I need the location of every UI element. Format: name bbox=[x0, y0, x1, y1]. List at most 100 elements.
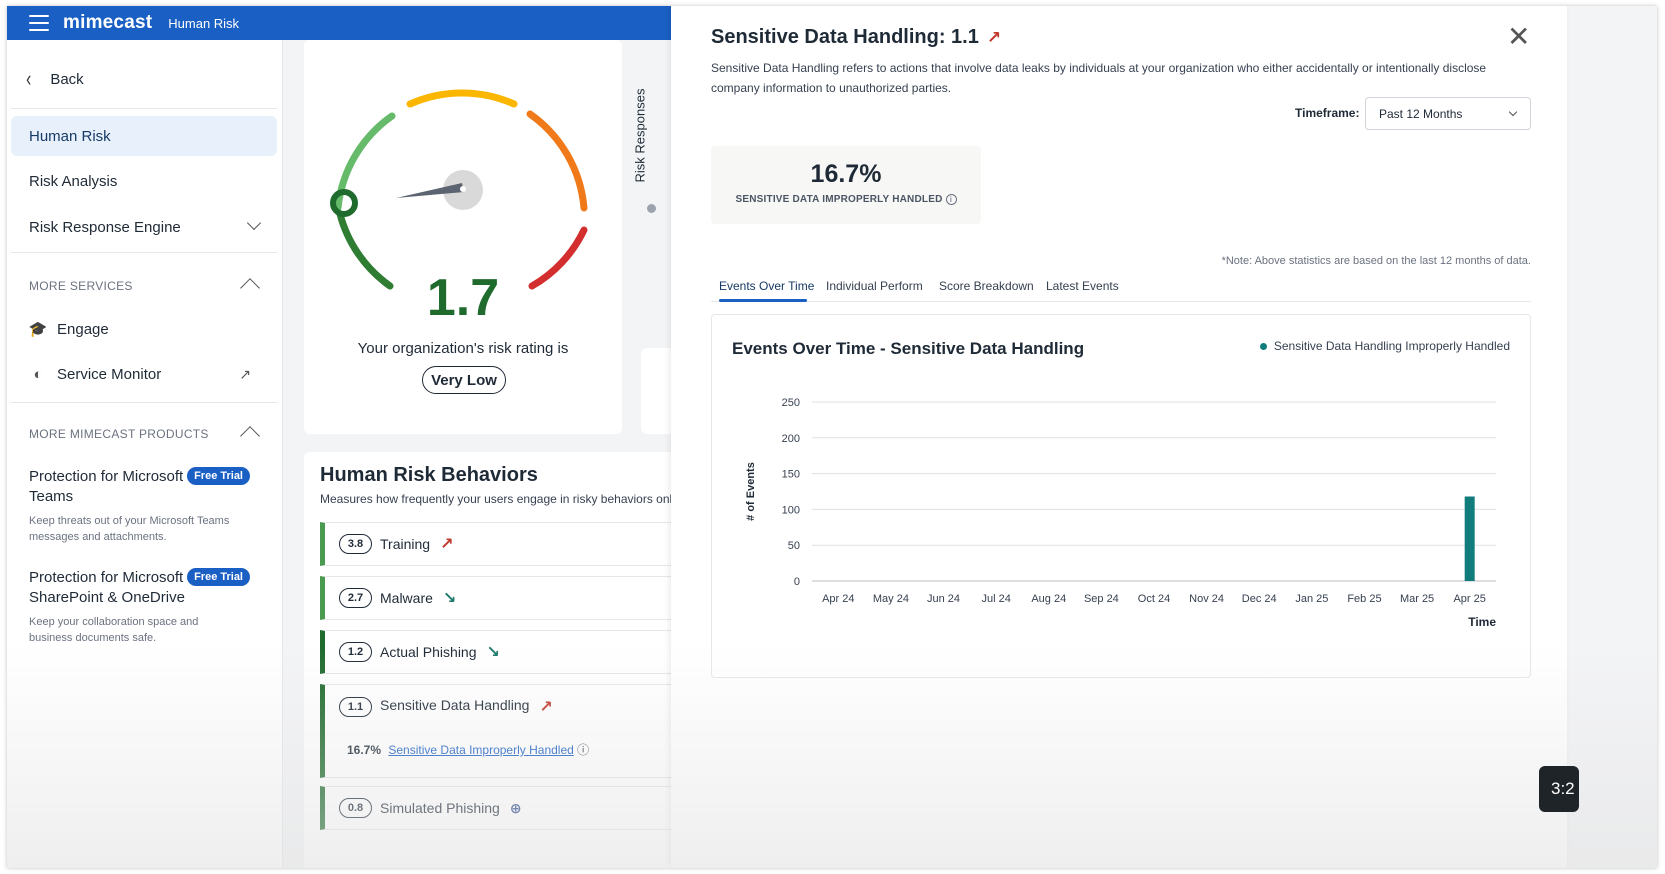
risk-rating-card: 1.7 Your organization's risk rating is V… bbox=[304, 40, 622, 434]
more-products-header[interactable]: MORE MIMECAST PRODUCTS bbox=[29, 426, 269, 446]
x-axis-label: Time bbox=[1468, 615, 1496, 629]
stat-label-text: SENSITIVE DATA IMPROPERLY HANDLED bbox=[735, 194, 943, 205]
y-tick-label: 0 bbox=[794, 576, 800, 588]
details-drawer: Sensitive Data Handling: 1.1 ↗ ✕ Sensitiv… bbox=[671, 6, 1567, 868]
y-tick-label: 250 bbox=[782, 397, 800, 409]
x-tick-label: Nov 24 bbox=[1189, 593, 1224, 605]
behavior-metric: 16.7% Sensitive Data Improperly Handled … bbox=[347, 741, 589, 758]
sidebar-item-risk-response-engine[interactable]: Risk Response Engine bbox=[11, 207, 277, 247]
x-tick-label: Mar 25 bbox=[1400, 593, 1434, 605]
product-sharepoint-onedrive[interactable]: Protection for Microsoft SharePoint & On… bbox=[29, 568, 274, 646]
section-label: MORE SERVICES bbox=[29, 279, 133, 293]
trend-up-icon: ↗ bbox=[986, 28, 1002, 47]
behaviors-description: Measures how frequently your users engag… bbox=[320, 492, 675, 506]
behavior-row-simulated-phishing[interactable]: 0.8 Simulated Phishing ⊕ bbox=[320, 786, 720, 830]
app-section-title: Human Risk bbox=[168, 15, 240, 31]
info-icon[interactable]: ⓘ bbox=[577, 743, 589, 757]
risk-gauge bbox=[330, 89, 588, 290]
trend-flat-icon: ⊕ bbox=[509, 799, 522, 816]
chart-bar bbox=[1464, 496, 1475, 581]
x-tick-label: Apr 25 bbox=[1453, 593, 1485, 605]
tab-score-breakdown[interactable]: Score Breakdown bbox=[939, 279, 1034, 293]
events-chart: 0 50 100 150 200 250 Apr 24 May 24 Jun 24 Jul 24 A… bbox=[745, 397, 1496, 629]
x-tick-label: Jan 25 bbox=[1295, 593, 1328, 605]
info-icon[interactable]: i bbox=[945, 194, 957, 205]
x-tick-label: May 24 bbox=[873, 593, 909, 605]
behavior-row-malware[interactable]: 2.7 Malware ↘ bbox=[320, 576, 720, 620]
x-tick-label: Feb 25 bbox=[1347, 593, 1381, 605]
back-label: Back bbox=[50, 70, 84, 88]
free-trial-badge[interactable]: Free Trial bbox=[187, 568, 250, 586]
product-title[interactable]: Protection for Microsoft Teams bbox=[29, 467, 189, 507]
hamburger-menu-icon[interactable] bbox=[29, 15, 49, 31]
tab-events-over-time[interactable]: Events Over Time bbox=[719, 279, 814, 293]
chevron-up-icon[interactable] bbox=[240, 278, 260, 298]
timeframe-label: Timeframe: bbox=[1295, 106, 1360, 120]
behavior-row-sensitive-data-handling[interactable]: 1.1 Sensitive Data Handling ↗ 16.7% Sens… bbox=[320, 684, 720, 778]
x-tick-label: Aug 24 bbox=[1031, 593, 1066, 605]
risk-rating-value: 1.7 bbox=[426, 269, 500, 327]
product-title[interactable]: Protection for Microsoft SharePoint & On… bbox=[29, 568, 189, 608]
sidebar-item-risk-analysis[interactable]: Risk Analysis bbox=[11, 161, 277, 201]
trend-down-icon: ↘ bbox=[486, 644, 500, 661]
risk-rating-caption: Your organization's risk rating is bbox=[357, 340, 569, 357]
x-tick-label: Dec 24 bbox=[1242, 593, 1277, 605]
events-chart-card: Events Over Time - Sensitive Data Handli… bbox=[711, 314, 1531, 678]
x-tick-label: Apr 24 bbox=[822, 593, 854, 605]
more-services-header[interactable]: MORE SERVICES bbox=[29, 278, 269, 298]
section-label: MORE MIMECAST PRODUCTS bbox=[29, 427, 209, 441]
sidebar-item-label: Human Risk bbox=[29, 127, 111, 145]
drawer-tabs: Events Over Time Individual Perform Scor… bbox=[711, 272, 1531, 580]
sidebar-item-human-risk[interactable]: Human Risk bbox=[11, 116, 277, 156]
behavior-name: Actual Phishing bbox=[380, 644, 477, 660]
behavior-name: Training bbox=[380, 536, 431, 552]
stat-label: SENSITIVE DATA IMPROPERLY HANDLED i bbox=[711, 194, 981, 205]
human-risk-behaviors-card: Human Risk Behaviors Measures how freque… bbox=[304, 452, 720, 868]
divider bbox=[11, 108, 277, 109]
behavior-score: 0.8 bbox=[339, 798, 372, 818]
carousel-dot[interactable] bbox=[647, 204, 656, 213]
sidebar-item-service-monitor[interactable]: ◐ Service Monitor ↗ bbox=[29, 365, 269, 383]
x-tick-label: Sep 24 bbox=[1084, 593, 1119, 605]
trend-up-icon: ↗ bbox=[440, 536, 454, 553]
behavior-row-actual-phishing[interactable]: 1.2 Actual Phishing ↘ bbox=[320, 630, 720, 674]
chevron-down-icon[interactable] bbox=[246, 215, 262, 231]
stat-value: 16.7% bbox=[810, 160, 882, 188]
chevron-up-icon[interactable] bbox=[240, 426, 260, 446]
timeframe-select[interactable]: Past 12 Months bbox=[1365, 97, 1531, 130]
product-description: Keep your collaboration space and busine… bbox=[29, 616, 199, 644]
product-teams[interactable]: Protection for Microsoft Teams Free Tria… bbox=[29, 467, 274, 545]
behavior-score: 1.1 bbox=[339, 697, 372, 717]
y-tick-label: 50 bbox=[788, 540, 800, 552]
y-tick-label: 200 bbox=[782, 433, 800, 445]
close-icon[interactable]: ✕ bbox=[1507, 20, 1530, 53]
behaviors-title: Human Risk Behaviors bbox=[320, 464, 538, 486]
divider bbox=[11, 402, 277, 403]
tab-individual-performance[interactable]: Individual Perform bbox=[826, 279, 923, 293]
back-link[interactable]: ‹ Back bbox=[25, 66, 84, 92]
gauge-arc-yellow bbox=[406, 89, 518, 108]
brand-logo[interactable]: mimecast bbox=[63, 12, 152, 34]
behavior-score: 1.2 bbox=[339, 642, 372, 662]
free-trial-badge[interactable]: Free Trial bbox=[187, 467, 250, 485]
product-description: Keep threats out of your Microsoft Teams… bbox=[29, 515, 230, 543]
y-tick-label: 150 bbox=[782, 469, 800, 481]
behavior-row-training[interactable]: 3.8 Training ↗ bbox=[320, 522, 720, 566]
x-tick-label: Oct 24 bbox=[1138, 593, 1170, 605]
graduation-cap-icon: 🎓 bbox=[28, 321, 48, 338]
risk-rating-badge: Very Low bbox=[422, 366, 506, 394]
drawer-description: Sensitive Data Handling refers to action… bbox=[711, 61, 1487, 95]
service-label: Service Monitor bbox=[57, 365, 162, 383]
external-link-icon[interactable]: ↗ bbox=[239, 366, 251, 383]
metric-value: 16.7% bbox=[347, 743, 382, 757]
sidebar-item-label: Risk Analysis bbox=[29, 172, 118, 190]
trend-up-icon: ↗ bbox=[539, 699, 553, 716]
tab-latest-events[interactable]: Latest Events bbox=[1046, 279, 1119, 293]
video-timestamp[interactable]: 3:2 bbox=[1539, 766, 1579, 812]
top-bar: mimecast Human Risk bbox=[7, 6, 717, 40]
monitor-gauge-icon: ◐ bbox=[33, 365, 43, 383]
y-tick-label: 100 bbox=[782, 504, 800, 516]
behavior-name: Sensitive Data Handling bbox=[380, 697, 530, 713]
metric-link[interactable]: Sensitive Data Improperly Handled bbox=[388, 743, 573, 757]
sidebar-item-engage[interactable]: 🎓 Engage bbox=[28, 320, 269, 339]
